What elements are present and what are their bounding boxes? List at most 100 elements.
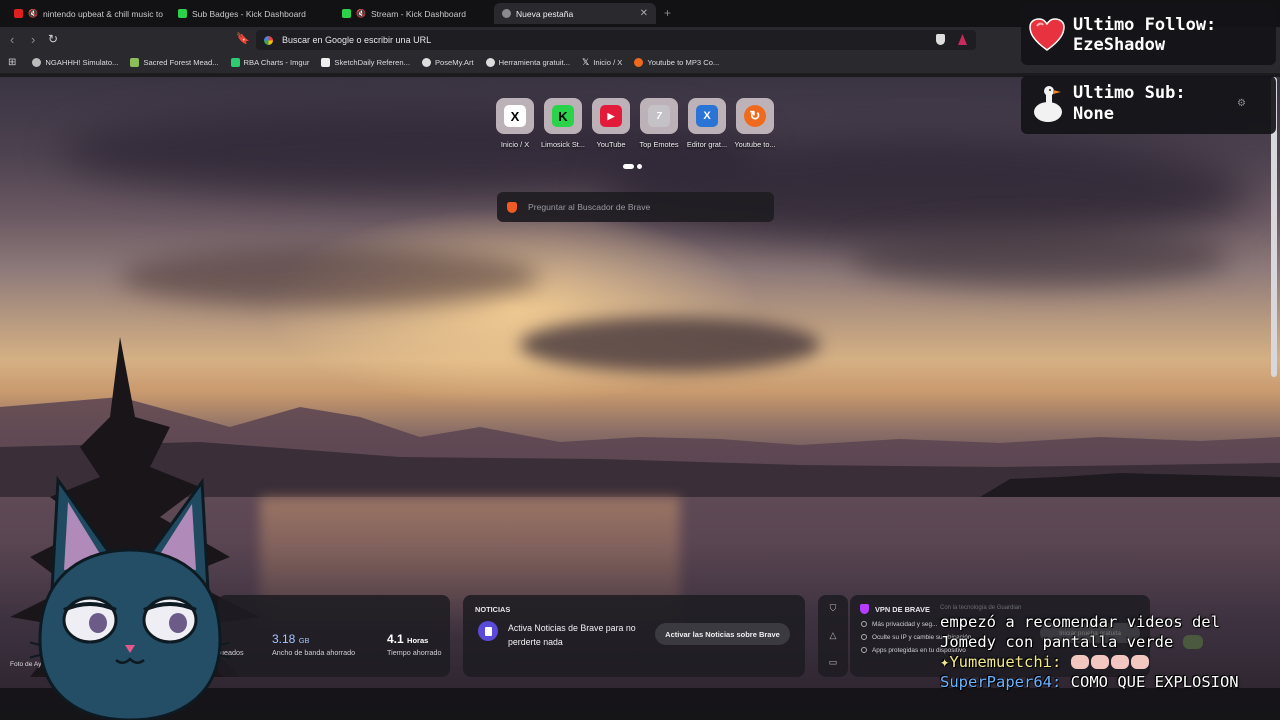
brave-search-placeholder: Preguntar al Buscador de Brave: [528, 202, 651, 212]
top-sites: X Inicio / X K Limosick St... ▶ YouTube …: [496, 98, 776, 149]
new-tab-plus-icon[interactable]: +: [664, 6, 671, 20]
news-icon: [478, 621, 498, 641]
bookmark-label: Inicio / X: [593, 58, 623, 67]
tab-youtube-music[interactable]: 🔇 nintendo upbeat & chill music to: [6, 3, 166, 24]
chat-message: Jomedy con pantalla verde: [940, 632, 1275, 652]
check-icon: [861, 634, 867, 640]
bandwidth-label: Ancho de banda ahorrado: [272, 648, 356, 657]
top-site-label: Limosick St...: [541, 140, 585, 149]
top-site-tile[interactable]: X: [688, 98, 726, 134]
bookmark-item[interactable]: Sacred Forest Mead...: [130, 58, 219, 67]
gear-icon[interactable]: ⚙: [1237, 98, 1246, 109]
close-tab-icon[interactable]: ✕: [640, 8, 648, 19]
mute-icon[interactable]: 🔇: [28, 9, 38, 18]
vpn-shield-icon[interactable]: ⛉: [828, 603, 838, 613]
tab-label: nintendo upbeat & chill music to: [42, 8, 163, 19]
bookmark-item[interactable]: RBA Charts - Imgur: [230, 58, 310, 67]
top-site-7tv[interactable]: 7 Top Emotes: [639, 98, 679, 149]
pager-dot[interactable]: [637, 164, 642, 169]
bookmark-label: NGAHHH! Simulato...: [45, 58, 119, 67]
top-site-tile[interactable]: ▶: [592, 98, 630, 134]
bookmark-item[interactable]: Youtube to MP3 Co...: [634, 58, 719, 67]
bookmark-label: Herramienta gratuit...: [498, 58, 570, 67]
top-site-x[interactable]: X Inicio / X: [496, 98, 534, 149]
emote-icon: [1130, 655, 1149, 669]
bookmark-item[interactable]: SketchDaily Referen...: [321, 58, 410, 67]
top-site-kick[interactable]: K Limosick St...: [541, 98, 585, 149]
bookmark-label: SketchDaily Referen...: [334, 58, 410, 67]
brave-shields-icon[interactable]: [936, 34, 945, 45]
top-sites-pager[interactable]: [623, 164, 642, 169]
top-site-tile[interactable]: 7: [640, 98, 678, 134]
bookmark-item[interactable]: 𝕏 Inicio / X: [582, 57, 622, 68]
goose-icon: [1034, 86, 1062, 122]
privacy-stats-widget: ueados 3.18 GB Ancho de banda ahorrado 4…: [218, 595, 450, 677]
bookmark-icon[interactable]: 🔖: [236, 32, 250, 45]
kick-icon: [178, 9, 187, 18]
bookmark-item[interactable]: PoseMy.Art: [421, 58, 474, 67]
enable-news-button[interactable]: Activar las Noticias sobre Brave: [655, 623, 790, 645]
emote-icon: [1090, 655, 1109, 669]
top-site-youtube[interactable]: ▶ YouTube: [592, 98, 630, 149]
vpn-powered-by: Con la tecnología de Guardian: [940, 605, 1022, 611]
follow-title: Ultimo Follow:: [1073, 15, 1217, 35]
top-site-yt-mp3[interactable]: ↻ Youtube to...: [734, 98, 776, 149]
tab-sub-badges[interactable]: Sub Badges - Kick Dashboard: [170, 3, 330, 24]
chat-message: empezó a recomendar videos del: [940, 612, 1275, 632]
chat-username: ✦Yumemuetchi:: [940, 653, 1062, 671]
convert-icon: ↻: [744, 105, 766, 127]
bookmark-label: RBA Charts - Imgur: [243, 58, 310, 67]
leaf-icon: [130, 58, 140, 67]
reload-icon[interactable]: ↻: [48, 32, 58, 46]
google-icon: [264, 35, 273, 45]
chat-text: Jomedy con pantalla verde: [940, 633, 1174, 651]
bookmark-item[interactable]: NGAHHH! Simulato...: [32, 58, 118, 67]
tool-icon: [485, 58, 495, 67]
check-icon: [861, 621, 867, 627]
sketch-icon: [321, 58, 331, 67]
bookmark-item[interactable]: Herramienta gratuit...: [485, 58, 570, 67]
vpn-feature: Más privacidad y seg...: [872, 621, 938, 628]
top-site-tile[interactable]: X: [496, 98, 534, 134]
vpn-logo-icon: [860, 604, 869, 614]
time-value: 4.1 Horas: [387, 632, 429, 646]
tab-label: Stream - Kick Dashboard: [370, 8, 466, 19]
forward-arrow-icon[interactable]: ›: [31, 32, 35, 47]
globe-icon: [32, 58, 42, 67]
tab-stream-dashboard[interactable]: 🔇 Stream - Kick Dashboard: [334, 3, 494, 24]
tab-new-tab[interactable]: Nueva pestaña ✕: [494, 3, 656, 24]
rewards-triangle-icon[interactable]: △: [828, 630, 838, 640]
chat-text: COMO QUE EXPLOSION: [1070, 673, 1239, 691]
tab-label: Nueva pestaña: [516, 8, 574, 19]
last-follow-alert: Ultimo Follow: EzeShadow: [1021, 5, 1276, 65]
time-label: Tiempo ahorrado: [387, 648, 442, 657]
cat-avatar: [30, 475, 230, 720]
youtube-icon: [14, 9, 23, 18]
top-site-tile[interactable]: ↻: [736, 98, 774, 134]
top-site-tile[interactable]: K: [544, 98, 582, 134]
news-text: Activa Noticias de Brave para no perdert…: [508, 623, 636, 647]
bookmark-label: Youtube to MP3 Co...: [647, 58, 720, 67]
kick-icon: K: [552, 105, 574, 127]
pager-dot-active[interactable]: [623, 164, 634, 169]
chat-username: SuperPaper64:: [940, 673, 1062, 691]
talk-camera-icon[interactable]: ▭: [828, 657, 838, 667]
stream-chat: empezó a recomendar videos del Jomedy co…: [940, 612, 1275, 692]
top-site-label: Youtube to...: [734, 140, 776, 149]
emote-icon: [1182, 635, 1203, 649]
brave-search-box[interactable]: Preguntar al Buscador de Brave: [497, 192, 774, 222]
mute-icon[interactable]: 🔇: [356, 9, 366, 18]
top-site-label: Inicio / X: [500, 140, 530, 149]
top-site-editor[interactable]: X Editor grat...: [687, 98, 727, 149]
back-arrow-icon[interactable]: ‹: [10, 32, 14, 47]
chat-message: SuperPaper64: COMO QUE EXPLOSION: [940, 672, 1275, 692]
brave-lion-icon: [507, 201, 517, 213]
x-icon: 𝕏: [581, 57, 590, 67]
bookmark-label: Sacred Forest Mead...: [143, 58, 219, 67]
widget-switcher: ⛉ △ ▭: [818, 595, 848, 677]
brave-news-widget: NOTICIAS Activa Noticias de Brave para n…: [463, 595, 805, 677]
news-title: NOTICIAS: [475, 605, 511, 614]
chat-message: ✦Yumemuetchi:: [940, 652, 1275, 672]
apps-grid-icon[interactable]: ⊞: [8, 57, 16, 68]
address-bar[interactable]: Buscar en Google o escribir una URL: [256, 30, 976, 50]
